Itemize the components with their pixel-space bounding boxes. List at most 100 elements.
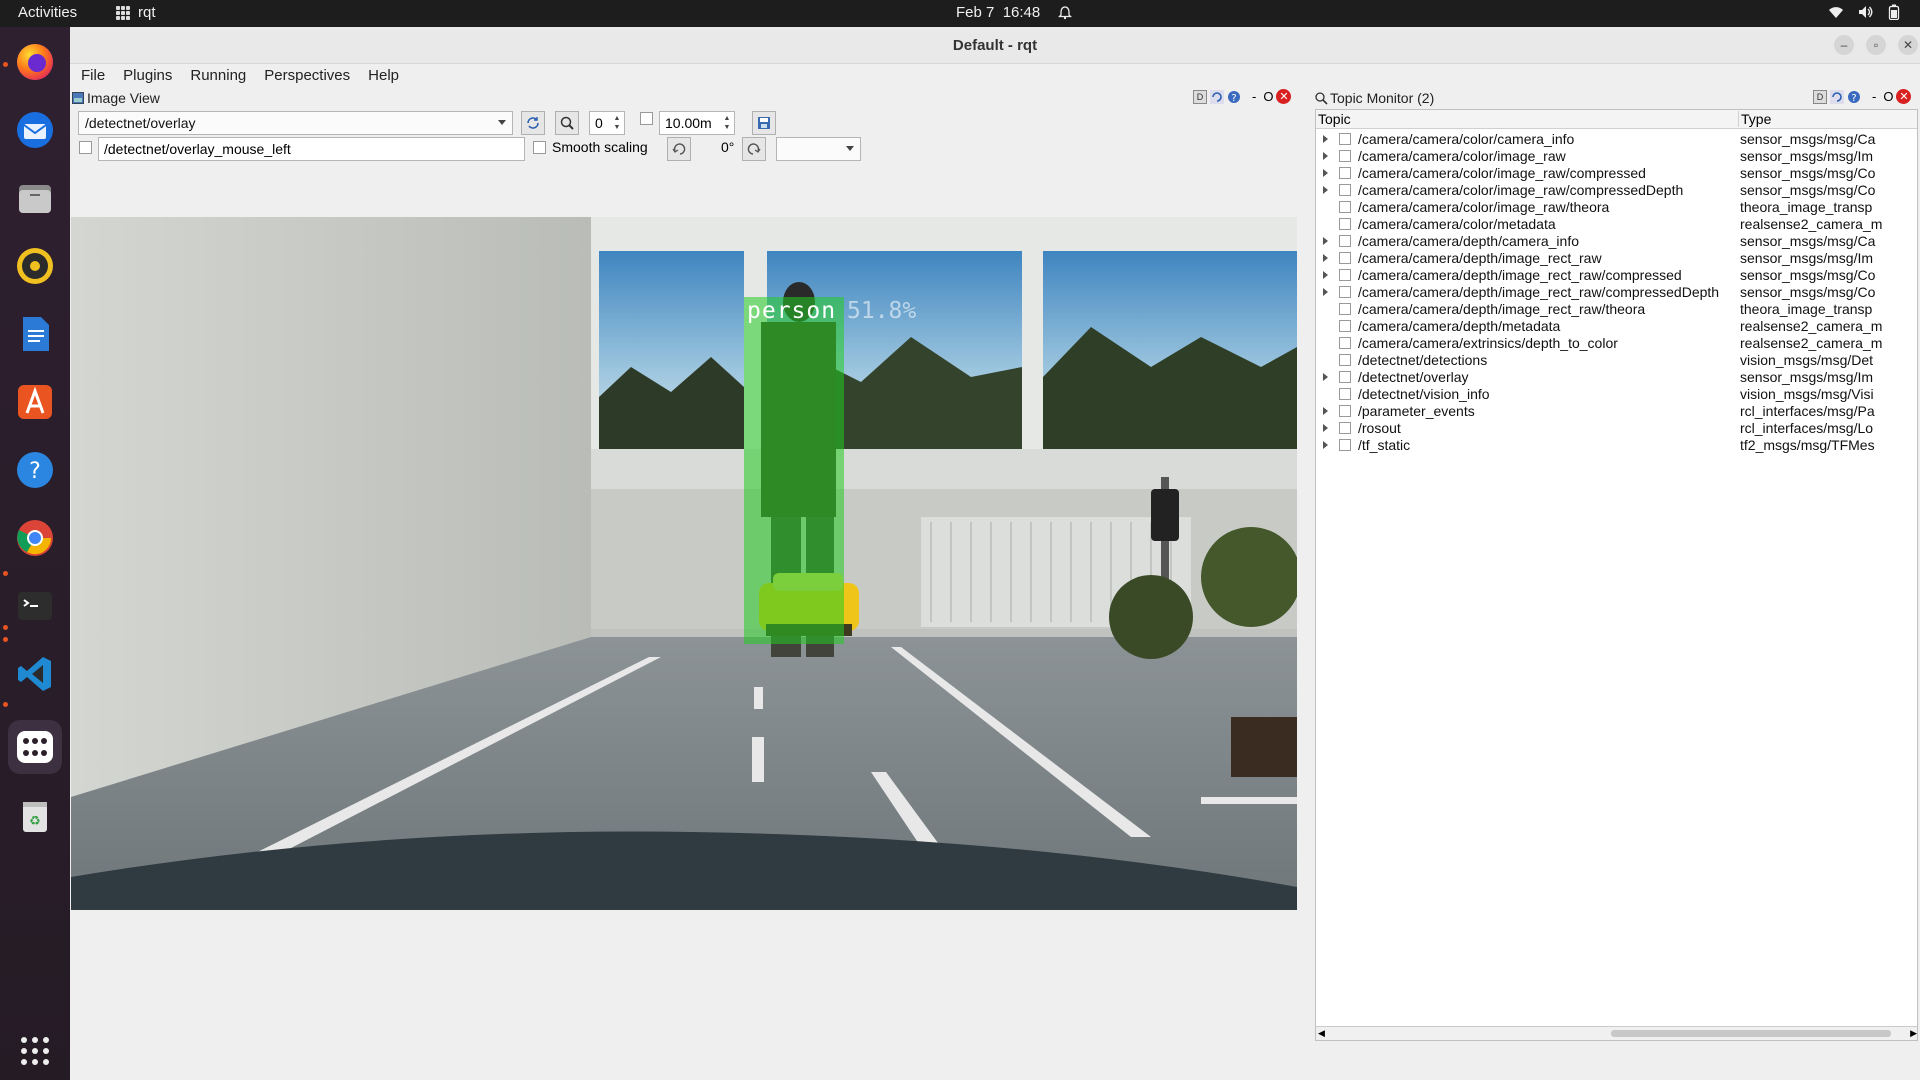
expand-arrow-icon[interactable] bbox=[1323, 441, 1328, 449]
smooth-scaling-checkbox[interactable] bbox=[533, 141, 546, 154]
topic-checkbox[interactable] bbox=[1339, 269, 1351, 281]
column-topic[interactable]: Topic bbox=[1318, 111, 1351, 127]
table-row[interactable]: /detectnet/vision_info vision_msgs/msg/Vi… bbox=[1316, 386, 1917, 403]
topic-checkbox[interactable] bbox=[1339, 337, 1351, 349]
column-type[interactable]: Type bbox=[1738, 111, 1771, 127]
reload-icon[interactable] bbox=[1210, 89, 1224, 104]
trash-icon[interactable]: ♻ bbox=[11, 792, 59, 840]
scrollbar-thumb[interactable] bbox=[1611, 1030, 1891, 1037]
topic-checkbox[interactable] bbox=[1339, 422, 1351, 434]
files-icon[interactable] bbox=[11, 174, 59, 222]
maximize-button[interactable]: ▫ bbox=[1866, 35, 1886, 55]
max-depth-spinbox[interactable]: 10.00m ▲ ▼ bbox=[659, 111, 735, 135]
table-row[interactable]: /camera/camera/color/camera_info sensor_m… bbox=[1316, 131, 1917, 148]
table-row[interactable]: /camera/camera/depth/camera_info sensor_m… bbox=[1316, 233, 1917, 250]
clock[interactable]: Feb 7 16:48 bbox=[956, 4, 1073, 21]
workspaces-icon[interactable] bbox=[8, 720, 62, 774]
table-row[interactable]: /detectnet/detections vision_msgs/msg/Det bbox=[1316, 352, 1917, 369]
options-panel-icon[interactable]: O bbox=[1263, 89, 1273, 104]
menu-perspectives[interactable]: Perspectives bbox=[253, 64, 357, 87]
terminal-icon[interactable] bbox=[11, 582, 59, 630]
table-row[interactable]: /camera/camera/color/image_raw/theora the… bbox=[1316, 199, 1917, 216]
topic-checkbox[interactable] bbox=[1339, 371, 1351, 383]
close-panel-icon[interactable]: ✕ bbox=[1276, 89, 1292, 104]
refresh-topics-button[interactable] bbox=[521, 111, 545, 135]
dock-button[interactable]: D bbox=[1193, 89, 1207, 104]
expand-arrow-icon[interactable] bbox=[1323, 288, 1328, 296]
camera-image[interactable]: person 51.8% bbox=[71, 217, 1297, 910]
table-row[interactable]: /camera/camera/depth/image_rect_raw/comp… bbox=[1316, 267, 1917, 284]
expand-arrow-icon[interactable] bbox=[1323, 186, 1328, 194]
minimize-button[interactable]: ‒ bbox=[1834, 35, 1854, 55]
table-row[interactable]: /camera/camera/depth/image_rect_raw/comp… bbox=[1316, 284, 1917, 301]
chrome-icon[interactable] bbox=[11, 514, 59, 562]
dock-button[interactable]: D bbox=[1813, 89, 1827, 104]
expand-arrow-icon[interactable] bbox=[1323, 407, 1328, 415]
table-row[interactable]: /camera/camera/color/image_raw/compresse… bbox=[1316, 165, 1917, 182]
rhythmbox-icon[interactable] bbox=[11, 242, 59, 290]
topic-checkbox[interactable] bbox=[1339, 354, 1351, 366]
table-row[interactable]: /tf_static tf2_msgs/msg/TFMes bbox=[1316, 437, 1917, 454]
color-scheme-combobox[interactable] bbox=[776, 137, 861, 161]
expand-arrow-icon[interactable] bbox=[1323, 271, 1328, 279]
menu-running[interactable]: Running bbox=[179, 64, 253, 87]
system-tray[interactable] bbox=[1828, 4, 1900, 20]
options-panel-icon[interactable]: O bbox=[1883, 89, 1893, 104]
image-view-header[interactable]: Image View bbox=[72, 88, 160, 108]
app-menu[interactable]: rqt bbox=[116, 4, 156, 21]
topic-checkbox[interactable] bbox=[1339, 405, 1351, 417]
expand-arrow-icon[interactable] bbox=[1323, 135, 1328, 143]
expand-arrow-icon[interactable] bbox=[1323, 373, 1328, 381]
mouse-publish-checkbox[interactable] bbox=[79, 141, 92, 154]
rotation-index-spinbox[interactable]: 0 ▲ ▼ bbox=[589, 111, 625, 135]
table-row[interactable]: /detectnet/overlay sensor_msgs/msg/Im bbox=[1316, 369, 1917, 386]
table-row[interactable]: /parameter_events rcl_interfaces/msg/Pa bbox=[1316, 403, 1917, 420]
show-apps-icon[interactable] bbox=[11, 1027, 59, 1075]
topic-checkbox[interactable] bbox=[1339, 218, 1351, 230]
vscode-icon[interactable] bbox=[11, 650, 59, 698]
expand-arrow-icon[interactable] bbox=[1323, 254, 1328, 262]
app-center-icon[interactable] bbox=[11, 378, 59, 426]
table-row[interactable]: /camera/camera/depth/metadata realsense2_… bbox=[1316, 318, 1917, 335]
menu-help[interactable]: Help bbox=[357, 64, 406, 87]
topic-checkbox[interactable] bbox=[1339, 235, 1351, 247]
expand-arrow-icon[interactable] bbox=[1323, 169, 1328, 177]
expand-arrow-icon[interactable] bbox=[1323, 237, 1328, 245]
table-row[interactable]: /camera/camera/color/image_raw/compresse… bbox=[1316, 182, 1917, 199]
firefox-icon[interactable] bbox=[11, 38, 59, 86]
topic-checkbox[interactable] bbox=[1339, 133, 1351, 145]
topic-monitor-header[interactable]: Topic Monitor (2) bbox=[1315, 88, 1434, 108]
minimize-panel-icon[interactable]: - bbox=[1872, 89, 1876, 104]
menu-plugins[interactable]: Plugins bbox=[112, 64, 179, 87]
zoom-button[interactable] bbox=[555, 111, 579, 135]
thunderbird-icon[interactable] bbox=[11, 106, 59, 154]
expand-arrow-icon[interactable] bbox=[1323, 152, 1328, 160]
title-bar[interactable]: Default - rqt ‒ ▫ ✕ bbox=[70, 27, 1920, 64]
topic-checkbox[interactable] bbox=[1339, 388, 1351, 400]
topic-checkbox[interactable] bbox=[1339, 303, 1351, 315]
max-depth-checkbox[interactable] bbox=[640, 112, 653, 125]
spin-down-icon[interactable]: ▼ bbox=[722, 123, 732, 133]
scroll-left-icon[interactable]: ◀ bbox=[1318, 1028, 1325, 1039]
topic-combobox[interactable]: /detectnet/overlay bbox=[78, 111, 513, 135]
topic-checkbox[interactable] bbox=[1339, 286, 1351, 298]
mouse-topic-input[interactable]: /detectnet/overlay_mouse_left bbox=[98, 137, 525, 161]
table-row[interactable]: /camera/camera/color/metadata realsense2_… bbox=[1316, 216, 1917, 233]
topic-checkbox[interactable] bbox=[1339, 184, 1351, 196]
topic-checkbox[interactable] bbox=[1339, 252, 1351, 264]
close-panel-icon[interactable]: ✕ bbox=[1896, 89, 1912, 104]
topic-checkbox[interactable] bbox=[1339, 150, 1351, 162]
scroll-right-icon[interactable]: ▶ bbox=[1910, 1028, 1917, 1039]
horizontal-scrollbar[interactable]: ◀ ▶ bbox=[1316, 1026, 1917, 1040]
topic-checkbox[interactable] bbox=[1339, 439, 1351, 451]
topic-checkbox[interactable] bbox=[1339, 201, 1351, 213]
save-image-button[interactable] bbox=[752, 111, 776, 135]
help-circle-icon[interactable]: ? bbox=[1227, 90, 1241, 104]
table-row[interactable]: /camera/camera/depth/image_rect_raw senso… bbox=[1316, 250, 1917, 267]
topic-checkbox[interactable] bbox=[1339, 167, 1351, 179]
rotate-left-button[interactable] bbox=[667, 137, 691, 161]
table-row[interactable]: /camera/camera/extrinsics/depth_to_color… bbox=[1316, 335, 1917, 352]
table-row[interactable]: /camera/camera/color/image_raw sensor_msg… bbox=[1316, 148, 1917, 165]
table-row[interactable]: /rosout rcl_interfaces/msg/Lo bbox=[1316, 420, 1917, 437]
writer-icon[interactable] bbox=[11, 310, 59, 358]
